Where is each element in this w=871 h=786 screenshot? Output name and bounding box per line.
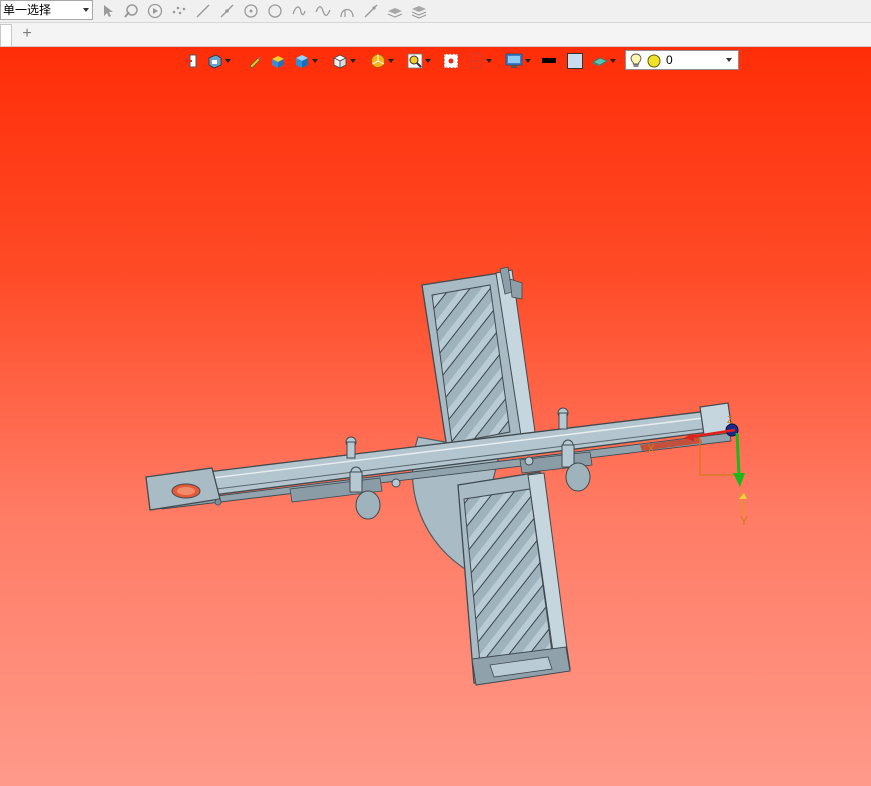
triad-x-label: X (647, 442, 655, 456)
add-tab-button[interactable]: + (19, 25, 35, 43)
selection-filter-dropdown[interactable]: 单一选择 (0, 0, 93, 20)
pick-filter-icon[interactable] (122, 2, 140, 20)
tangent-line-icon[interactable] (362, 2, 380, 20)
cursor-icon[interactable] (99, 2, 117, 20)
upper-channel (421, 266, 537, 456)
document-tab[interactable] (0, 24, 12, 46)
circle-icon[interactable] (266, 2, 284, 20)
cad-model[interactable]: X Y Z (0, 47, 871, 786)
chevron-down-icon[interactable] (83, 8, 89, 12)
selection-toolbar: 单一选择 (0, 0, 871, 23)
triad-y-label: Y (740, 514, 748, 528)
triad-z-label: Z (727, 415, 733, 426)
document-tab-bar: + (0, 23, 871, 47)
spline-icon[interactable] (290, 2, 308, 20)
layer-select-icon[interactable] (386, 2, 404, 20)
graphics-viewport[interactable]: 0 X Y Z (0, 47, 871, 786)
layer-stack-icon[interactable] (410, 2, 428, 20)
lower-channel (457, 471, 571, 686)
point-on-line-icon[interactable] (218, 2, 236, 20)
wave-curve-icon[interactable] (314, 2, 332, 20)
play-icon[interactable] (146, 2, 164, 20)
scatter-points-icon[interactable] (170, 2, 188, 20)
arc-icon[interactable] (338, 2, 356, 20)
circle-center-icon[interactable] (242, 2, 260, 20)
selection-filter-value: 单一选择 (3, 3, 52, 17)
line-icon[interactable] (194, 2, 212, 20)
